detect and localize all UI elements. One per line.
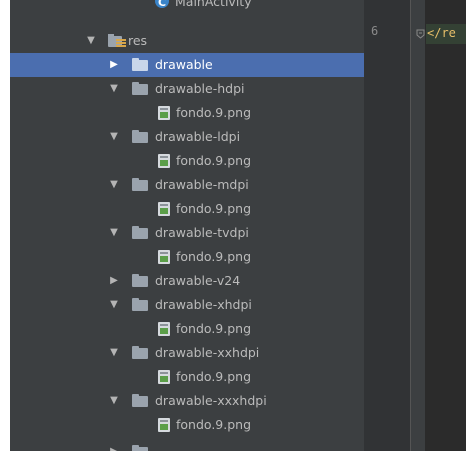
folder-icon — [132, 274, 148, 287]
tree-item-label: drawable-mdpi — [155, 177, 249, 192]
folder-icon — [132, 130, 148, 143]
tree-item-drawable-tvdpi[interactable]: ▼ drawable-tvdpi — [10, 221, 364, 245]
folder-icon — [132, 346, 148, 359]
project-tree-panel[interactable]: MainActivity ▼ res ▶ drawable ▼ drawable… — [10, 0, 364, 451]
left-window-edge — [0, 0, 10, 451]
tree-item-label: fondo.9.png — [176, 321, 252, 336]
folder-icon — [132, 82, 148, 95]
tree-item-label: drawable-tvdpi — [155, 225, 249, 240]
folder-icon — [132, 394, 148, 407]
chevron-down-icon[interactable]: ▼ — [108, 293, 120, 317]
chevron-right-icon[interactable]: ▶ — [108, 440, 120, 451]
line-number: 6 — [371, 24, 379, 38]
tree-item-label: drawable-xxhdpi — [155, 345, 260, 360]
png-file-icon — [158, 370, 170, 384]
png-file-icon — [158, 202, 170, 216]
code-line[interactable]: </re — [427, 26, 456, 40]
tree-item-label: fondo.9.png — [176, 249, 252, 264]
tree-item-label: fondo.9.png — [176, 201, 252, 216]
tree-item-file[interactable]: fondo.9.png — [10, 413, 364, 437]
tree-item-drawable-xxxhdpi[interactable]: ▼ drawable-xxxhdpi — [10, 389, 364, 413]
tree-item-label: fondo.9.png — [176, 153, 252, 168]
tree-item-main-activity[interactable]: MainActivity — [10, 0, 364, 15]
png-file-icon — [158, 154, 170, 168]
activity-class-icon — [155, 0, 169, 15]
tree-item-label: fondo.9.png — [176, 417, 252, 432]
png-file-icon — [158, 418, 170, 432]
tree-item-file[interactable]: fondo.9.png — [10, 245, 364, 269]
gutter-separator — [410, 0, 411, 451]
tree-item-label: drawable-v24 — [155, 273, 241, 288]
tree-item-label: fondo.9.png — [176, 105, 252, 120]
chevron-right-icon[interactable]: ▶ — [108, 53, 120, 77]
chevron-right-icon[interactable]: ▶ — [108, 269, 120, 293]
png-file-icon — [158, 106, 170, 120]
png-file-icon — [158, 250, 170, 264]
folder-icon — [132, 226, 148, 239]
tree-item-label: drawable-xhdpi — [155, 297, 252, 312]
tree-item-file[interactable]: fondo.9.png — [10, 149, 364, 173]
tree-item-file[interactable]: fondo.9.png — [10, 101, 364, 125]
folder-icon — [132, 445, 148, 451]
tree-item-label: drawable-xxxhdpi — [155, 393, 267, 408]
tree-item-drawable-xhdpi[interactable]: ▼ drawable-xhdpi — [10, 293, 364, 317]
chevron-down-icon[interactable]: ▼ — [108, 389, 120, 413]
tree-item-file[interactable]: fondo.9.png — [10, 197, 364, 221]
resource-folder-icon — [108, 34, 126, 48]
tree-item-drawable[interactable]: ▶ drawable — [10, 53, 364, 77]
chevron-down-icon[interactable]: ▼ — [108, 125, 120, 149]
tree-item-label: drawable — [155, 57, 213, 72]
tree-item-partial-bottom[interactable]: ▶ — [10, 440, 364, 451]
folder-icon — [132, 58, 148, 71]
tree-item-drawable-v24[interactable]: ▶ drawable-v24 — [10, 269, 364, 293]
editor-gutter — [364, 0, 410, 451]
tree-item-drawable-xxhdpi[interactable]: ▼ drawable-xxhdpi — [10, 341, 364, 365]
chevron-down-icon[interactable]: ▼ — [108, 221, 120, 245]
tree-item-drawable-hdpi[interactable]: ▼ drawable-hdpi — [10, 77, 364, 101]
chevron-down-icon[interactable]: ▼ — [108, 77, 120, 101]
tree-item-label: drawable-hdpi — [155, 81, 245, 96]
chevron-down-icon[interactable]: ▼ — [85, 29, 97, 53]
fold-marker-icon[interactable] — [416, 29, 425, 39]
tree-item-label: fondo.9.png — [176, 369, 252, 384]
chevron-down-icon[interactable]: ▼ — [108, 173, 120, 197]
tree-item-file[interactable]: fondo.9.png — [10, 317, 364, 341]
tree-item-label: MainActivity — [175, 0, 252, 9]
chevron-down-icon[interactable]: ▼ — [108, 341, 120, 365]
tree-item-file[interactable]: fondo.9.png — [10, 365, 364, 389]
tree-item-drawable-ldpi[interactable]: ▼ drawable-ldpi — [10, 125, 364, 149]
tree-item-label: drawable-ldpi — [155, 129, 241, 144]
tree-item-res[interactable]: ▼ res — [10, 29, 364, 53]
code-editor[interactable] — [425, 0, 466, 451]
png-file-icon — [158, 322, 170, 336]
tree-item-drawable-mdpi[interactable]: ▼ drawable-mdpi — [10, 173, 364, 197]
tree-item-label: res — [128, 33, 148, 48]
folder-icon — [132, 178, 148, 191]
folder-icon — [132, 298, 148, 311]
